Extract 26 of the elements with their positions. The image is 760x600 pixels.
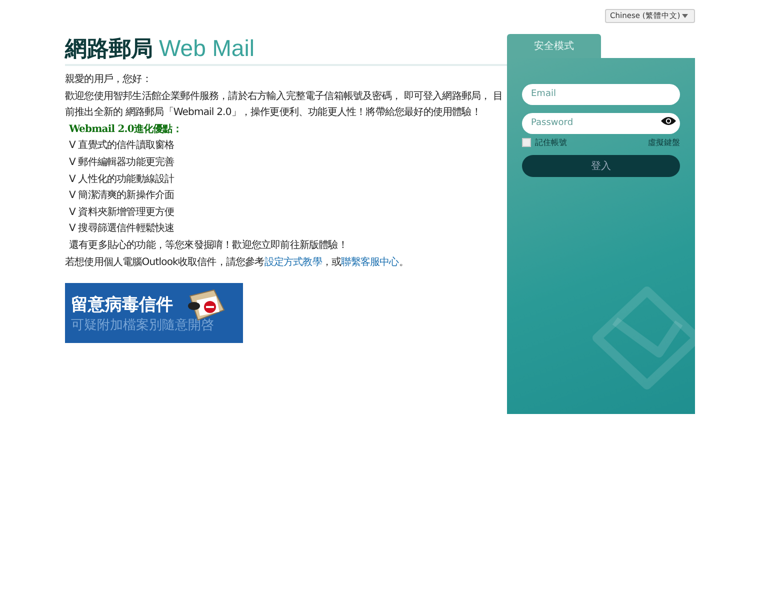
banner-headline: 留意病毒信件 bbox=[71, 294, 174, 316]
banner-subline: 可疑附加檔案別隨意開啓 bbox=[71, 316, 214, 334]
login-button[interactable]: 登入 bbox=[522, 155, 680, 177]
feature-item: V 簡潔清爽的新操作介面 bbox=[68, 188, 176, 204]
remember-checkbox[interactable] bbox=[522, 138, 531, 147]
feature-item: V 人性化的功能動線設計 bbox=[68, 172, 176, 187]
feature-item: V 直覺式的信件讀取窗格 bbox=[68, 138, 176, 154]
greeting-text: 親愛的用戶，您好： bbox=[65, 72, 152, 87]
virus-warning-banner[interactable]: 留意病毒信件 可疑附加檔案別隨意開啓 bbox=[65, 283, 243, 344]
more-text: 還有更多貼心的功能，等您來發掘唷！歡迎您立即前往新版體驗！ bbox=[68, 238, 348, 253]
email-field[interactable]: Email bbox=[522, 84, 680, 104]
feature-item: V 郵件編輯器功能更完善 bbox=[68, 156, 176, 170]
welcome-paragraph: 歡迎您使用智邦生活館企業郵件服務，請於右方輸入完整電子信箱帳號及密碼， 即可登入網路郵局， 目前推出全新的 網路郵局「Webmail 2.0」，操作更便利、功能更人性！將帶給您最好的使用體驗！ bbox=[65, 90, 504, 120]
eye-icon[interactable] bbox=[661, 116, 676, 126]
caret-icon bbox=[682, 14, 688, 18]
feature-item: V 資料夾新增管理更方便 bbox=[68, 206, 176, 220]
outlook-paragraph: 若想使用個人電腦Outlook收取信件，請您參考設定方式教學，或聯繫客服中心。 bbox=[65, 256, 410, 270]
virtual-keyboard-link[interactable]: 虛擬鍵盤 bbox=[648, 137, 680, 148]
remember-label: 記住帳號 bbox=[535, 137, 567, 148]
password-field[interactable]: Password bbox=[522, 112, 680, 134]
logo-title: 網路郵局 bbox=[65, 36, 153, 64]
feature-item: V 搜尋篩選信件輕鬆快速 bbox=[68, 222, 176, 236]
logo-subtitle: Web Mail bbox=[159, 35, 254, 62]
setup-guide-link[interactable]: 設定方式教學 bbox=[264, 256, 322, 268]
features-heading: Webmail 2.0進化優點： bbox=[68, 122, 183, 137]
support-link[interactable]: 聯繫客服中心 bbox=[341, 256, 399, 268]
